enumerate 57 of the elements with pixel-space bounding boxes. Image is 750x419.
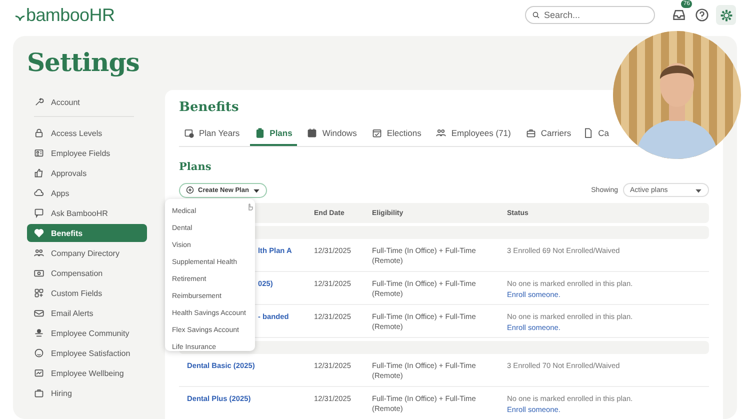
envelope-icon: [34, 308, 44, 318]
search-field[interactable]: Search...: [544, 10, 644, 20]
sidebar-item[interactable]: Employee Satisfaction: [27, 344, 147, 362]
section-title: Plans: [179, 161, 212, 175]
sidebar-item[interactable]: Employee Fields: [27, 144, 147, 162]
lock-icon: [34, 128, 44, 138]
sidebar-item[interactable]: Compensation: [27, 264, 147, 282]
tab[interactable]: Employees (71): [431, 122, 516, 146]
calendar-check-icon: [372, 128, 382, 138]
people-icon: [34, 248, 44, 258]
page-title: Settings: [27, 48, 140, 79]
briefcase-icon: [34, 388, 44, 398]
logo[interactable]: bambooHR: [26, 4, 115, 26]
briefcase-icon: [526, 128, 536, 138]
sidebar-item[interactable]: Approvals: [27, 164, 147, 182]
tab[interactable]: Carriers: [520, 122, 576, 146]
grid-icon: [34, 288, 44, 298]
sidebar-item[interactable]: Ask BambooHR: [27, 204, 147, 222]
chat-icon: [34, 208, 44, 218]
inbox-icon: [672, 8, 686, 22]
sidebar-item[interactable]: Company Directory: [27, 244, 147, 262]
tab[interactable]: Plan Years: [179, 122, 245, 146]
tab[interactable]: Elections: [366, 122, 426, 146]
cloud-icon: [34, 188, 44, 198]
search-icon: [532, 11, 540, 19]
document-icon: [583, 128, 594, 138]
people-icon: [436, 128, 446, 138]
search-box[interactable]: Search...: [525, 6, 655, 24]
sidebar-item[interactable]: Hiring: [27, 384, 147, 402]
clipboard-icon: [254, 128, 265, 138]
sidebar-item[interactable]: Employee Community: [27, 324, 147, 342]
panel-title: Benefits: [179, 100, 240, 117]
heart-icon: [34, 228, 44, 238]
sidebar-item[interactable]: Email Alerts: [27, 304, 147, 322]
sidebar-item[interactable]: Custom Fields: [27, 284, 147, 302]
tab[interactable]: Windows: [302, 122, 362, 146]
settings-button[interactable]: [716, 5, 736, 25]
sidebar-item[interactable]: Access Levels: [27, 124, 147, 142]
money-icon: [34, 268, 44, 278]
plus-circle-icon: [186, 186, 194, 194]
chart-icon: [34, 368, 44, 378]
wrench-icon: [34, 97, 44, 107]
id-card-icon: [34, 148, 44, 158]
caret-icon: [252, 186, 260, 194]
tab[interactable]: Ca: [581, 122, 609, 146]
thumbs-up-icon: [34, 168, 44, 178]
hand-cursor-icon: [246, 203, 254, 211]
smiley-icon: [34, 348, 44, 358]
help-icon: [695, 8, 709, 22]
tab[interactable]: Plans: [250, 122, 298, 146]
settings-icon: [720, 8, 732, 22]
sidebar-item[interactable]: Benefits: [27, 224, 147, 242]
sidebar-item[interactable]: Account: [27, 93, 147, 111]
help-button[interactable]: [693, 6, 711, 24]
sidebar-item[interactable]: Employee Wellbeing: [27, 364, 147, 382]
sidebar-item[interactable]: Apps: [27, 184, 147, 202]
caret-icon: [695, 186, 702, 194]
